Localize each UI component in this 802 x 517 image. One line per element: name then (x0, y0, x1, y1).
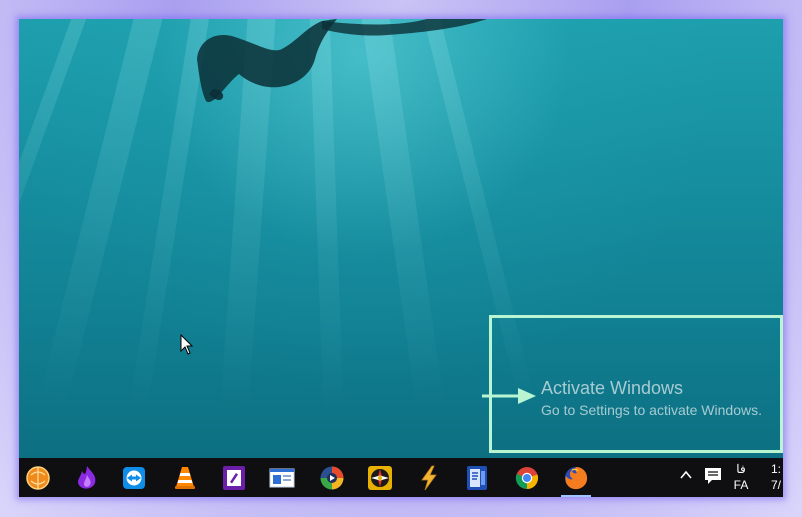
blue-book-icon (467, 465, 487, 490)
highlight-box (489, 315, 783, 453)
clock-date: 7/ (771, 478, 782, 492)
screen: Activate Windows Go to Settings to activ… (19, 19, 783, 497)
highlight-arrow-icon (482, 388, 536, 404)
taskbar-vlc[interactable] (162, 458, 208, 497)
teamviewer-icon (123, 466, 145, 489)
taskbar-compass-app[interactable] (357, 458, 403, 497)
taskbar-firefox[interactable] (553, 458, 599, 497)
chevron-up-icon[interactable] (679, 468, 693, 482)
taskbar-window-app[interactable] (259, 458, 305, 497)
taskbar-lightning-app[interactable] (406, 458, 452, 497)
taskbar: فا FA 1: 7/ (19, 458, 783, 497)
active-app-indicator (561, 495, 591, 497)
language-code: FA (733, 478, 749, 492)
firefox-icon (565, 466, 588, 489)
taskbar-chrome[interactable] (504, 458, 550, 497)
swimmer-silhouette (197, 19, 487, 103)
taskbar-orange-ball-app[interactable] (19, 458, 61, 497)
taskbar-teamviewer[interactable] (111, 458, 157, 497)
orange-ball-icon (26, 465, 50, 490)
vlc-cone-icon (175, 466, 195, 489)
language-script: فا (736, 462, 746, 476)
screenshot-frame: Activate Windows Go to Settings to activ… (0, 0, 802, 517)
window-app-icon (269, 468, 295, 487)
purple-document-icon (223, 465, 245, 490)
clock[interactable]: 1: 7/ (771, 461, 781, 493)
taskbar-purple-flame-app[interactable] (64, 458, 110, 497)
clock-time: 1: (771, 462, 782, 476)
lightning-icon (421, 465, 437, 490)
mouse-cursor-icon (180, 334, 194, 355)
media-player-icon (320, 466, 344, 489)
chrome-icon (515, 466, 539, 489)
compass-icon (368, 465, 392, 490)
purple-flame-icon (78, 465, 96, 489)
taskbar-purple-editor[interactable] (211, 458, 257, 497)
desktop-wallpaper[interactable]: Activate Windows Go to Settings to activ… (19, 19, 783, 458)
action-center-icon[interactable] (704, 467, 722, 485)
input-language-indicator[interactable]: فا FA (731, 461, 751, 493)
taskbar-blue-book-app[interactable] (454, 458, 500, 497)
taskbar-media-player[interactable] (309, 458, 355, 497)
